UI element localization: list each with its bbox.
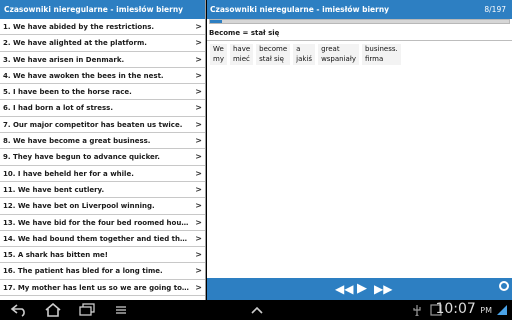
word-english: a — [296, 45, 301, 53]
list-item-label: 13. We have bid for the four bed roomed … — [3, 218, 191, 227]
forward-button[interactable]: ▶▶ — [374, 282, 392, 296]
chevron-right-icon: > — [195, 70, 202, 80]
detail-pane: Czasowniki nieregularne - imiesłów biern… — [207, 0, 512, 300]
word-polish: wspaniały — [321, 54, 356, 63]
list-item[interactable]: 8. We have become a great business. > — [0, 133, 205, 150]
wifi-icon — [497, 305, 507, 315]
list-item-label: 6. I had born a lot of stress. — [3, 104, 114, 113]
list-item[interactable]: 6. I had born a lot of stress. > — [0, 100, 205, 117]
play-button[interactable]: ▶ — [357, 282, 367, 296]
list-item[interactable]: 10. I have beheld her for a while. > — [0, 166, 205, 182]
list-item[interactable]: 2. We have alighted at the platform. > — [0, 35, 205, 52]
list-item-label: 14. We had bound them together and tied … — [3, 234, 191, 243]
chevron-right-icon: > — [195, 136, 202, 146]
list-item[interactable]: 16. The patient has bled for a long time… — [0, 263, 205, 280]
word-pair: a jakiś — [293, 44, 316, 65]
word-polish: firma — [364, 54, 384, 63]
sentence-list-pane: Czasowniki nieregularne - imiesłów biern… — [0, 0, 206, 300]
chevron-up-icon[interactable] — [248, 303, 266, 317]
word-pair: We my — [210, 44, 227, 65]
list-item-label: 3. We have arisen in Denmark. — [3, 55, 125, 64]
list-item-label: 5. I have been to the horse race. — [3, 88, 132, 97]
word-english: We — [213, 45, 224, 53]
word-polish: my — [213, 54, 224, 63]
detail-header: Czasowniki nieregularne - imiesłów biern… — [207, 0, 512, 19]
list-item-label: 11. We have bent cutlery. — [3, 185, 105, 194]
word-pair: become stał się — [256, 44, 291, 65]
chevron-right-icon: > — [195, 201, 202, 211]
chevron-right-icon: > — [195, 217, 202, 227]
list-item[interactable]: 14. We had bound them together and tied … — [0, 231, 205, 248]
chevron-right-icon: > — [195, 22, 202, 31]
word-english: great — [321, 45, 340, 53]
list-item[interactable]: 1. We have abided by the restrictions. > — [0, 19, 205, 36]
word-by-word-translation: We my have mieć become stał się a jakiś great wsp… — [207, 41, 512, 65]
word-pair: have mieć — [229, 44, 254, 65]
list-item[interactable]: 11. We have bent cutlery. > — [0, 182, 205, 199]
detail-title: Czasowniki nieregularne - imiesłów biern… — [210, 5, 390, 14]
list-item[interactable]: 17. My mother has lent us so we are goin… — [0, 280, 205, 297]
list-item[interactable]: 5. I have been to the horse race. > — [0, 84, 205, 101]
chevron-right-icon: > — [195, 233, 202, 243]
chevron-right-icon: > — [195, 184, 202, 194]
list-item-label: 16. The patient has bled for a long time… — [3, 267, 163, 276]
menu-icon[interactable] — [112, 303, 130, 317]
clock-ampm: PM — [480, 306, 492, 315]
recent-apps-icon[interactable] — [78, 303, 96, 317]
clock: 10:07 PM — [435, 301, 492, 317]
list-item[interactable]: 15. A shark has bitten me! > — [0, 247, 205, 264]
list-item[interactable]: 3. We have arisen in Denmark. > — [0, 52, 205, 68]
sentence-list: 1. We have abided by the restrictions. >2… — [0, 19, 205, 297]
word-polish: jakiś — [296, 54, 313, 63]
word-polish: mieć — [232, 54, 250, 63]
chevron-right-icon: > — [195, 87, 202, 97]
word-english: become — [259, 45, 288, 53]
chevron-right-icon: > — [195, 266, 202, 276]
rewind-button[interactable]: ◀◀ — [335, 282, 353, 296]
list-item[interactable]: 12. We have bet on Liverpool winning. > — [0, 198, 205, 215]
word-english: business. — [364, 45, 398, 53]
list-item[interactable]: 7. Our major competitor has beaten us tw… — [0, 117, 205, 134]
playback-bar: ◀◀ ▶ ▶▶ — [207, 278, 512, 300]
list-item-label: 9. They have begun to advance quicker. — [3, 153, 160, 162]
progress-fill — [210, 20, 223, 23]
chevron-right-icon: > — [195, 38, 202, 48]
clock-time: 10:07 — [435, 301, 476, 317]
list-item-label: 7. Our major competitor has beaten us tw… — [3, 120, 183, 129]
chevron-right-icon: > — [195, 282, 202, 292]
chevron-right-icon: > — [195, 152, 202, 162]
chevron-right-icon: > — [195, 103, 202, 113]
list-item-label: 2. We have alighted at the platform. — [3, 39, 147, 48]
list-item[interactable]: 13. We have bid for the four bed roomed … — [0, 215, 205, 231]
list-item[interactable]: 4. We have awoken the bees in the nest. > — [0, 68, 205, 85]
usb-icon — [413, 305, 421, 316]
word-pair: great wspaniały — [318, 44, 359, 65]
sentence-counter: 8/197 — [484, 5, 506, 14]
word-english: have — [232, 45, 251, 53]
chevron-right-icon: > — [195, 250, 202, 260]
list-item-label: 1. We have abided by the restrictions. — [3, 23, 155, 31]
chevron-right-icon: > — [195, 119, 202, 129]
list-title: Czasowniki nieregularne - imiesłów biern… — [0, 0, 205, 19]
gear-icon[interactable] — [499, 281, 509, 291]
list-item-label: 15. A shark has bitten me! — [3, 251, 108, 260]
system-bar: 10:07 PM — [0, 300, 512, 320]
back-icon[interactable] — [10, 303, 28, 317]
verb-translation: Become = stał się — [207, 24, 512, 41]
list-item[interactable]: 9. They have begun to advance quicker. > — [0, 149, 205, 166]
chevron-right-icon: > — [195, 168, 202, 178]
word-polish: stał się — [259, 54, 284, 63]
home-icon[interactable] — [44, 303, 62, 317]
word-pair: business. firma — [361, 44, 401, 65]
chevron-right-icon: > — [195, 54, 202, 64]
list-item-label: 10. I have beheld her for a while. — [3, 169, 134, 178]
list-item-label: 17. My mother has lent us so we are goin… — [3, 283, 191, 292]
list-item-label: 8. We have become a great business. — [3, 137, 151, 146]
list-item-label: 12. We have bet on Liverpool winning. — [3, 202, 155, 211]
list-item-label: 4. We have awoken the bees in the nest. — [3, 71, 164, 80]
